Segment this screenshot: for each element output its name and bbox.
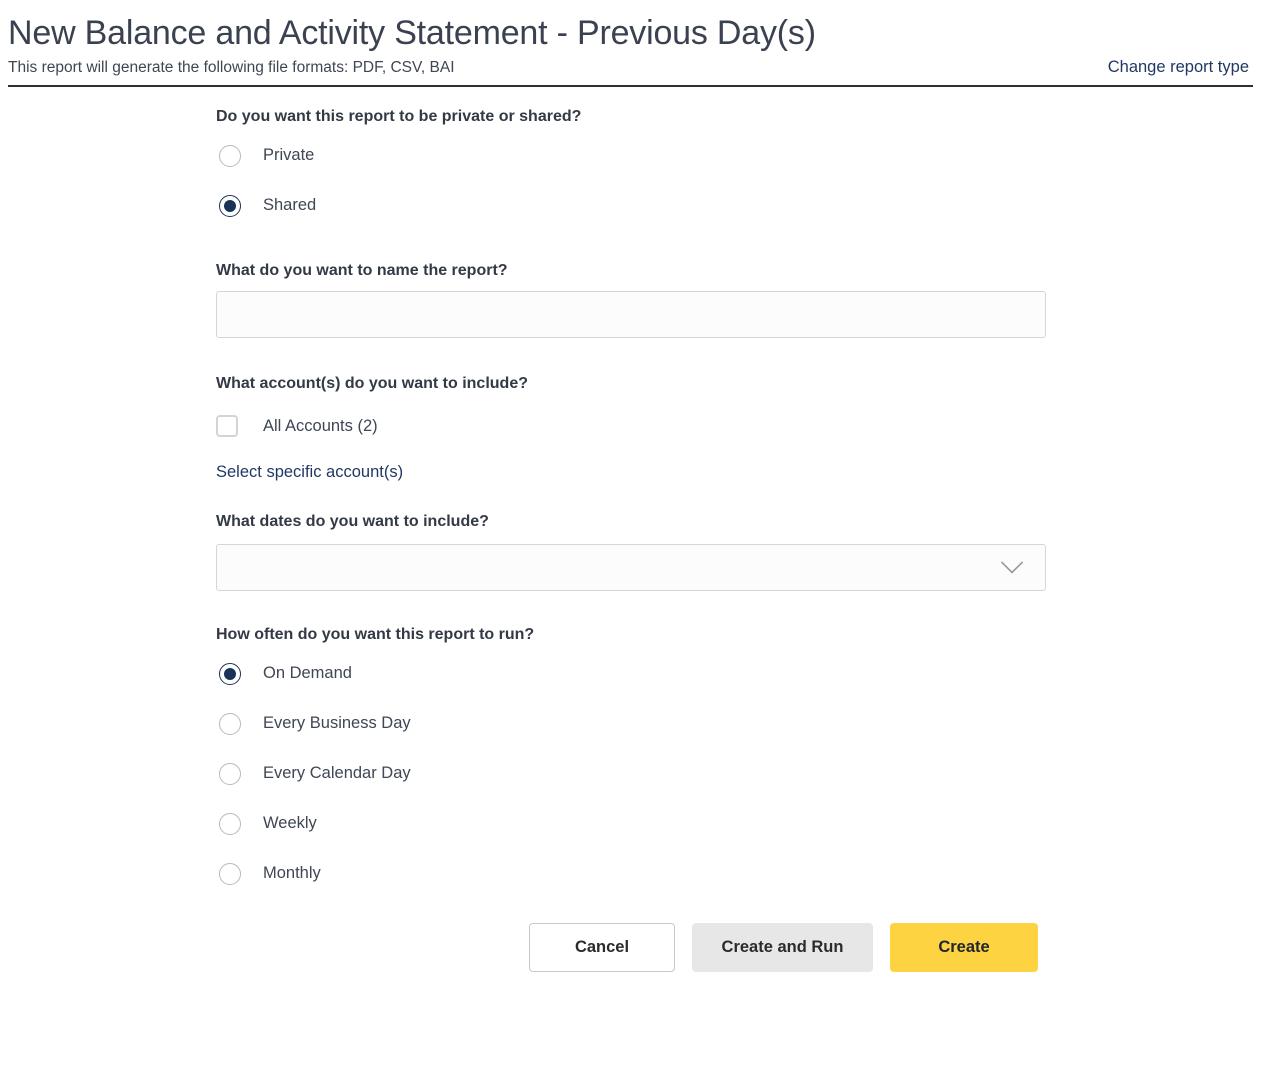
radio-label-every-business-day: Every Business Day [263, 714, 411, 733]
create-button[interactable]: Create [890, 922, 1038, 972]
radio-option-every-calendar-day[interactable]: Every Calendar Day [216, 757, 411, 791]
cancel-button[interactable]: Cancel [529, 922, 675, 972]
radio-option-weekly[interactable]: Weekly [216, 807, 317, 841]
radio-option-monthly[interactable]: Monthly [216, 857, 321, 891]
page-subtitle: This report will generate the following … [8, 59, 455, 77]
frequency-question: How often do you want this report to run… [216, 626, 535, 644]
frequency-radio-group[interactable]: On Demand Every Business Day Every Calen… [216, 657, 1261, 891]
checkbox-icon-all-accounts[interactable] [216, 415, 238, 438]
change-report-type-link[interactable]: Change report type [1108, 58, 1253, 78]
checkbox-all-accounts[interactable]: All Accounts (2) [216, 411, 378, 441]
accounts-question: What account(s) do you want to include? [216, 375, 528, 393]
report-name-question: What do you want to name the report? [216, 261, 508, 279]
radio-icon-private[interactable] [219, 144, 241, 167]
radio-icon-monthly[interactable] [219, 862, 241, 885]
form-actions: Cancel Create and Run Create [216, 922, 1261, 972]
report-name-input[interactable] [216, 291, 1046, 339]
visibility-field: Do you want this report to be private or… [216, 107, 1261, 223]
report-form: Do you want this report to be private or… [0, 87, 1261, 972]
radio-icon-every-calendar-day[interactable] [219, 762, 241, 785]
radio-label-every-calendar-day: Every Calendar Day [263, 764, 411, 783]
report-name-field: What do you want to name the report? [216, 261, 1261, 339]
dates-question: What dates do you want to include? [216, 513, 489, 531]
radio-label-on-demand: On Demand [263, 664, 352, 683]
radio-dot [224, 199, 236, 212]
frequency-field: How often do you want this report to run… [216, 625, 1261, 891]
radio-option-shared[interactable]: Shared [216, 189, 316, 223]
radio-icon-weekly[interactable] [219, 812, 241, 835]
page-header: New Balance and Activity Statement - Pre… [0, 0, 1261, 85]
radio-label-monthly: Monthly [263, 864, 321, 883]
radio-label-weekly: Weekly [263, 814, 317, 833]
dates-field: What dates do you want to include? [216, 512, 1261, 592]
accounts-field: What account(s) do you want to include? … [216, 374, 1261, 482]
visibility-question: Do you want this report to be private or… [216, 107, 582, 125]
radio-icon-every-business-day[interactable] [219, 712, 241, 735]
create-and-run-button[interactable]: Create and Run [692, 922, 873, 972]
radio-option-private[interactable]: Private [216, 139, 314, 173]
radio-label-shared: Shared [263, 196, 317, 215]
chevron-down-icon [1001, 561, 1023, 574]
radio-option-on-demand[interactable]: On Demand [216, 657, 352, 691]
radio-icon-on-demand[interactable] [219, 662, 241, 685]
page-title: New Balance and Activity Statement - Pre… [8, 14, 816, 52]
radio-dot [224, 667, 236, 680]
radio-label-private: Private [263, 146, 315, 165]
dates-select[interactable] [216, 544, 1046, 592]
select-specific-accounts-link[interactable]: Select specific account(s) [216, 463, 403, 482]
radio-icon-shared[interactable] [219, 194, 241, 217]
visibility-radio-group[interactable]: Private Shared [216, 139, 1261, 223]
subtitle-row: This report will generate the following … [8, 58, 1253, 85]
radio-option-every-business-day[interactable]: Every Business Day [216, 707, 411, 741]
checkbox-label-all-accounts: All Accounts (2) [263, 416, 378, 435]
